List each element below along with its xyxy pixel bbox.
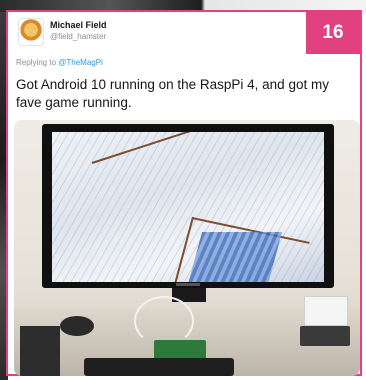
avatar[interactable] <box>18 18 44 46</box>
monitor-logo <box>176 283 200 286</box>
terrain-ridge <box>91 132 312 164</box>
author-name[interactable]: Michael Field <box>50 20 107 30</box>
white-cable <box>134 296 194 346</box>
tweet-text: Got Android 10 running on the RaspPi 4, … <box>16 77 329 110</box>
game-screen <box>52 132 324 282</box>
dark-device <box>300 326 350 346</box>
white-box <box>304 296 348 326</box>
reply-line: Replying to @TheMagPi <box>16 58 103 67</box>
blue-terrain-patch <box>185 232 283 282</box>
monitor <box>42 124 334 288</box>
number-badge: 16 <box>306 12 360 54</box>
tweet-photo[interactable] <box>14 120 360 376</box>
dark-tray <box>20 326 60 376</box>
author-handle[interactable]: @field_hamster <box>50 32 106 41</box>
mouse <box>60 316 94 336</box>
reply-mention-link[interactable]: @TheMagPi <box>58 58 103 67</box>
keyboard <box>84 358 234 376</box>
reply-prefix: Replying to <box>16 58 59 67</box>
tweet-card: Michael Field @field_hamster 16 Replying… <box>6 10 362 376</box>
